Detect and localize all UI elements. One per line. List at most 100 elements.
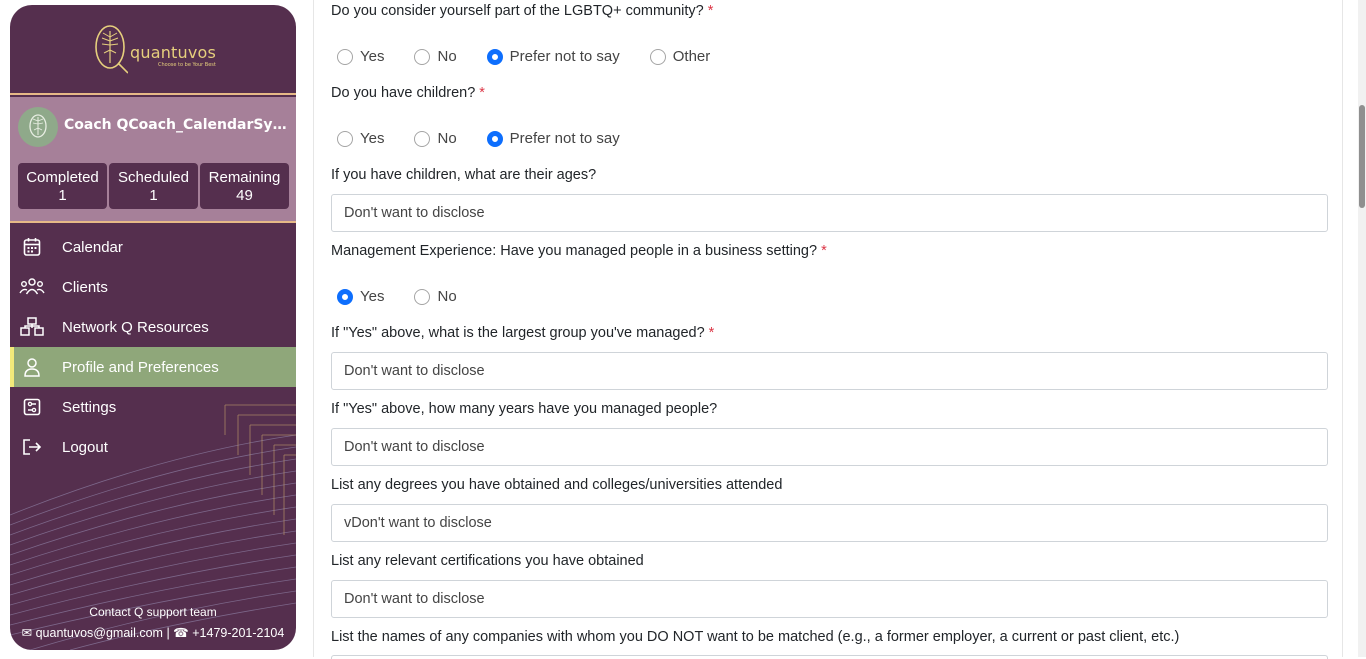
question-lgbtq: Do you consider yourself part of the LGB… [331, 3, 713, 19]
stat-scheduled: Scheduled 1 [109, 163, 198, 209]
sidebar-item-label: Calendar [62, 238, 123, 256]
radio-option-other[interactable]: Other [649, 48, 711, 65]
sidebar-nav: Calendar Clients Network Q Resources Pro… [10, 227, 296, 467]
scrollbar[interactable] [1358, 0, 1366, 657]
radio-button[interactable] [649, 48, 666, 65]
certifications-input[interactable]: Don't want to disclose [331, 580, 1328, 618]
sidebar-item-logout[interactable]: Logout [10, 427, 296, 467]
profile-form: Do you consider yourself part of the LGB… [313, 0, 1343, 659]
question-label: Do you have children? [331, 85, 476, 101]
stat-value: 49 [236, 187, 253, 204]
divider [10, 221, 296, 223]
radio-button[interactable] [337, 48, 353, 65]
stat-value: 1 [58, 187, 67, 204]
required-marker: * [707, 3, 714, 19]
question-excluded-companies: List the names of any companies with who… [331, 629, 1180, 645]
coach-name: Coach QCoach_CalendarSync'... [64, 117, 290, 133]
radio-group-management: Yes No [337, 288, 487, 305]
network-icon [18, 315, 46, 339]
children-ages-input[interactable]: Don't want to disclose [331, 194, 1328, 232]
question-management: Management Experience: Have you managed … [331, 243, 827, 259]
radio-button-selected[interactable] [486, 130, 503, 147]
user-icon [18, 355, 46, 379]
radio-button[interactable] [414, 130, 431, 147]
sidebar-item-network-resources[interactable]: Network Q Resources [10, 307, 296, 347]
radio-option-no[interactable]: No [414, 48, 457, 65]
question-children: Do you have children? * [331, 85, 485, 101]
logo-tagline: Choose to be Your Best [158, 62, 216, 68]
contact-title: Contact Q support team [89, 605, 217, 619]
degrees-input[interactable]: vDon't want to disclose [331, 504, 1328, 542]
largest-group-input[interactable]: Don't want to disclose [331, 352, 1328, 390]
radio-label: Prefer not to say [509, 130, 620, 147]
radio-option-no[interactable]: No [414, 130, 457, 147]
stat-completed: Completed 1 [18, 163, 107, 209]
radio-button[interactable] [414, 288, 431, 305]
contact-phone[interactable]: +1479-201-2104 [192, 626, 284, 640]
sidebar-item-label: Settings [62, 398, 117, 416]
stat-label: Remaining [208, 169, 281, 186]
years-managed-input[interactable]: Don't want to disclose [331, 428, 1328, 466]
mail-icon: ✉ [21, 626, 33, 640]
radio-button-selected[interactable] [337, 288, 353, 305]
users-icon [18, 275, 46, 299]
logo[interactable]: quantuvos Choose to be Your Best [10, 5, 296, 95]
contact-info: ✉ quantuvos@gmail.com | ☎ +1479-201-2104 [10, 625, 296, 640]
required-marker: * [708, 325, 715, 341]
avatar[interactable] [18, 107, 58, 147]
radio-option-prefer-not-to-say[interactable]: Prefer not to say [486, 48, 620, 65]
question-label: Do you consider yourself part of the LGB… [331, 3, 704, 19]
logo-text: quantuvos [130, 43, 217, 62]
tree-avatar-icon [29, 114, 47, 138]
session-stats: Completed 1 Scheduled 1 Remaining 49 [18, 163, 289, 209]
sidebar-item-label: Logout [62, 438, 108, 456]
divider [10, 93, 296, 95]
sidebar-item-label: Network Q Resources [62, 318, 209, 336]
radio-button[interactable] [337, 130, 353, 147]
radio-option-yes[interactable]: Yes [337, 130, 384, 147]
radio-label: No [437, 48, 457, 65]
sidebar-item-label: Profile and Preferences [62, 358, 219, 376]
stat-label: Scheduled [118, 169, 189, 186]
sidebar-item-settings[interactable]: Settings [10, 387, 296, 427]
scrollbar-thumb[interactable] [1359, 105, 1365, 208]
stat-remaining: Remaining 49 [200, 163, 289, 209]
sidebar: quantuvos Choose to be Your Best Coach Q… [10, 5, 296, 650]
radio-label: No [437, 288, 457, 305]
question-certifications: List any relevant certifications you hav… [331, 553, 644, 569]
required-marker: * [821, 243, 827, 259]
radio-option-prefer-not-to-say[interactable]: Prefer not to say [486, 130, 620, 147]
calendar-icon [18, 235, 46, 259]
logout-icon [18, 435, 46, 459]
radio-group-lgbtq: Yes No Prefer not to say Other [337, 48, 740, 65]
question-label: Management Experience: Have you managed … [331, 243, 818, 259]
radio-option-yes[interactable]: Yes [337, 48, 384, 65]
contact-email[interactable]: quantuvos@gmail.com [36, 626, 163, 640]
question-years-managed: If "Yes" above, how many years have you … [331, 401, 718, 417]
question-label: If "Yes" above, what is the largest grou… [331, 325, 705, 341]
coach-summary: Coach QCoach_CalendarSync'... Completed … [10, 97, 296, 221]
radio-label: Prefer not to say [509, 48, 620, 65]
question-largest-group: If "Yes" above, what is the largest grou… [331, 325, 714, 341]
stat-label: Completed [26, 169, 99, 186]
phone-icon: ☎ [173, 626, 189, 640]
settings-icon [18, 395, 46, 419]
tree-logo-icon [95, 25, 128, 74]
question-degrees: List any degrees you have obtained and c… [331, 477, 783, 493]
sidebar-item-profile-preferences[interactable]: Profile and Preferences [10, 347, 296, 387]
sidebar-item-clients[interactable]: Clients [10, 267, 296, 307]
radio-label: Yes [360, 288, 385, 305]
radio-button[interactable] [414, 48, 431, 65]
radio-label: No [437, 130, 457, 147]
question-children-ages: If you have children, what are their age… [331, 167, 597, 183]
sidebar-item-calendar[interactable]: Calendar [10, 227, 296, 267]
radio-option-no[interactable]: No [414, 288, 457, 305]
stat-value: 1 [149, 187, 158, 204]
radio-group-children: Yes No Prefer not to say [337, 130, 650, 147]
radio-option-yes[interactable]: Yes [337, 288, 384, 305]
excluded-companies-input[interactable] [331, 655, 1328, 659]
radio-button-selected[interactable] [486, 48, 503, 65]
radio-label: Yes [360, 130, 385, 147]
radio-label: Other [672, 48, 711, 65]
required-marker: * [479, 85, 485, 101]
